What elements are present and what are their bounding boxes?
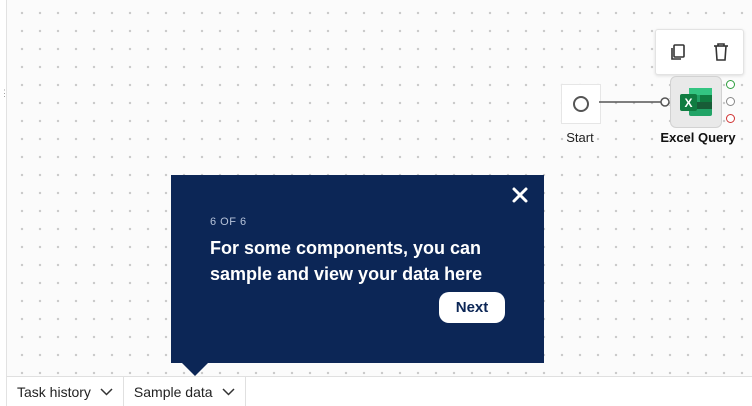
close-button[interactable] bbox=[511, 186, 529, 204]
chevron-down-icon bbox=[100, 387, 113, 396]
default-port[interactable] bbox=[726, 97, 735, 106]
start-node[interactable] bbox=[561, 84, 601, 124]
start-node-label: Start bbox=[566, 130, 594, 145]
copy-button[interactable] bbox=[665, 39, 691, 65]
tab-task-history[interactable]: Task history bbox=[7, 377, 124, 406]
resize-grip[interactable]: ⋮ bbox=[0, 89, 9, 106]
excel-icon-letter: X bbox=[684, 96, 692, 110]
trash-icon bbox=[714, 43, 729, 61]
tour-message: For some components, you can sample and … bbox=[210, 238, 483, 284]
close-icon bbox=[512, 187, 528, 203]
error-port[interactable] bbox=[726, 114, 735, 123]
start-circle-icon bbox=[573, 96, 589, 112]
tour-popover: 6 OF 6 For some components, you can samp… bbox=[171, 175, 544, 363]
next-button[interactable]: Next bbox=[439, 292, 505, 323]
tab-task-history-label: Task history bbox=[17, 383, 91, 400]
success-port[interactable] bbox=[726, 80, 735, 89]
tour-popover-arrow bbox=[181, 362, 209, 376]
excel-icon: X bbox=[680, 88, 712, 116]
tab-sample-data[interactable]: Sample data bbox=[124, 377, 246, 406]
chevron-down-icon bbox=[222, 387, 235, 396]
excel-query-label: Excel Query bbox=[660, 130, 736, 145]
excel-query-node[interactable]: X bbox=[670, 76, 722, 128]
bottom-panel-tabs: Task history Sample data bbox=[6, 376, 752, 406]
node-toolbar bbox=[655, 29, 744, 75]
node-connector bbox=[599, 97, 677, 107]
copy-icon bbox=[670, 44, 685, 60]
tab-sample-data-label: Sample data bbox=[133, 383, 213, 400]
delete-button[interactable] bbox=[708, 39, 734, 65]
tour-step-counter: 6 OF 6 bbox=[210, 216, 247, 228]
